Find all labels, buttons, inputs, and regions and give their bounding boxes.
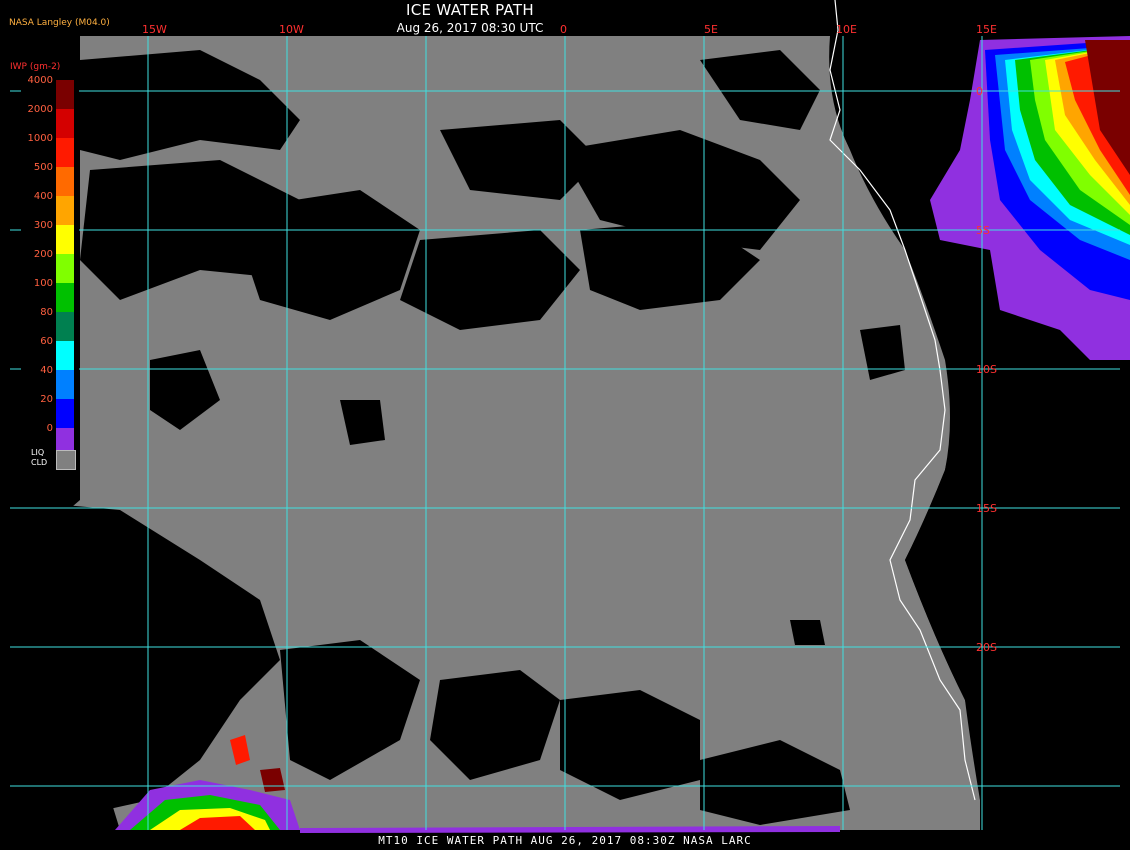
map-title: ICE WATER PATH xyxy=(406,1,534,19)
legend-tick: 80 xyxy=(40,307,53,318)
legend-tick: 20 xyxy=(40,394,53,405)
legend-swatch xyxy=(56,283,74,312)
legend-tick: 300 xyxy=(33,220,53,231)
liquid-label-line1: LIQ xyxy=(31,448,45,457)
producer-label: NASA Langley (M04.0) xyxy=(9,18,110,28)
legend-swatch xyxy=(56,341,74,370)
iwp-legend: IWP (gm-2) 4000 2000 1000 500 400 300 200 100 80… xyxy=(10,60,79,485)
lat-label-0: 0 xyxy=(976,85,983,98)
liquid-cloud-swatch xyxy=(56,450,76,470)
liquid-label-line2: CLD xyxy=(31,458,48,467)
legend-tick: 60 xyxy=(40,336,53,347)
footer-caption: MT10 ICE WATER PATH AUG 26, 2017 08:30Z … xyxy=(378,834,752,847)
legend-tick: 4000 xyxy=(27,75,53,86)
lat-label-10s: 10S xyxy=(976,363,997,376)
lat-label-5s: 5S xyxy=(976,224,990,237)
legend-swatch xyxy=(56,167,74,196)
legend-swatch xyxy=(56,312,74,341)
lon-label-15e: 15E xyxy=(976,23,997,36)
satellite-map: 15W 10W 0 5E 10E 15E 0 5S 10S 15S 20S xyxy=(0,0,1130,850)
legend-swatch xyxy=(56,109,74,138)
legend-swatch xyxy=(56,399,74,428)
legend-tick: 0 xyxy=(46,423,53,434)
legend-tick: 500 xyxy=(33,162,53,173)
legend-swatch xyxy=(56,196,74,225)
legend-tick: 400 xyxy=(33,191,53,202)
legend-tick: 1000 xyxy=(27,133,53,144)
legend-swatch xyxy=(56,370,74,399)
legend-tick: 200 xyxy=(33,249,53,260)
legend-swatches xyxy=(56,80,74,457)
legend-swatch xyxy=(56,138,74,167)
lat-label-15s: 15S xyxy=(976,502,997,515)
legend-swatch xyxy=(56,254,74,283)
legend-tick: 40 xyxy=(40,365,53,376)
lat-label-20s: 20S xyxy=(976,641,997,654)
legend-tick: 100 xyxy=(33,278,53,289)
legend-tick: 2000 xyxy=(27,104,53,115)
map-timestamp: Aug 26, 2017 08:30 UTC xyxy=(396,21,544,35)
liquid-cloud-label: LIQ CLD xyxy=(31,448,47,468)
legend-swatch xyxy=(56,80,74,109)
legend-swatch xyxy=(56,225,74,254)
legend-title: IWP (gm-2) xyxy=(10,62,61,72)
